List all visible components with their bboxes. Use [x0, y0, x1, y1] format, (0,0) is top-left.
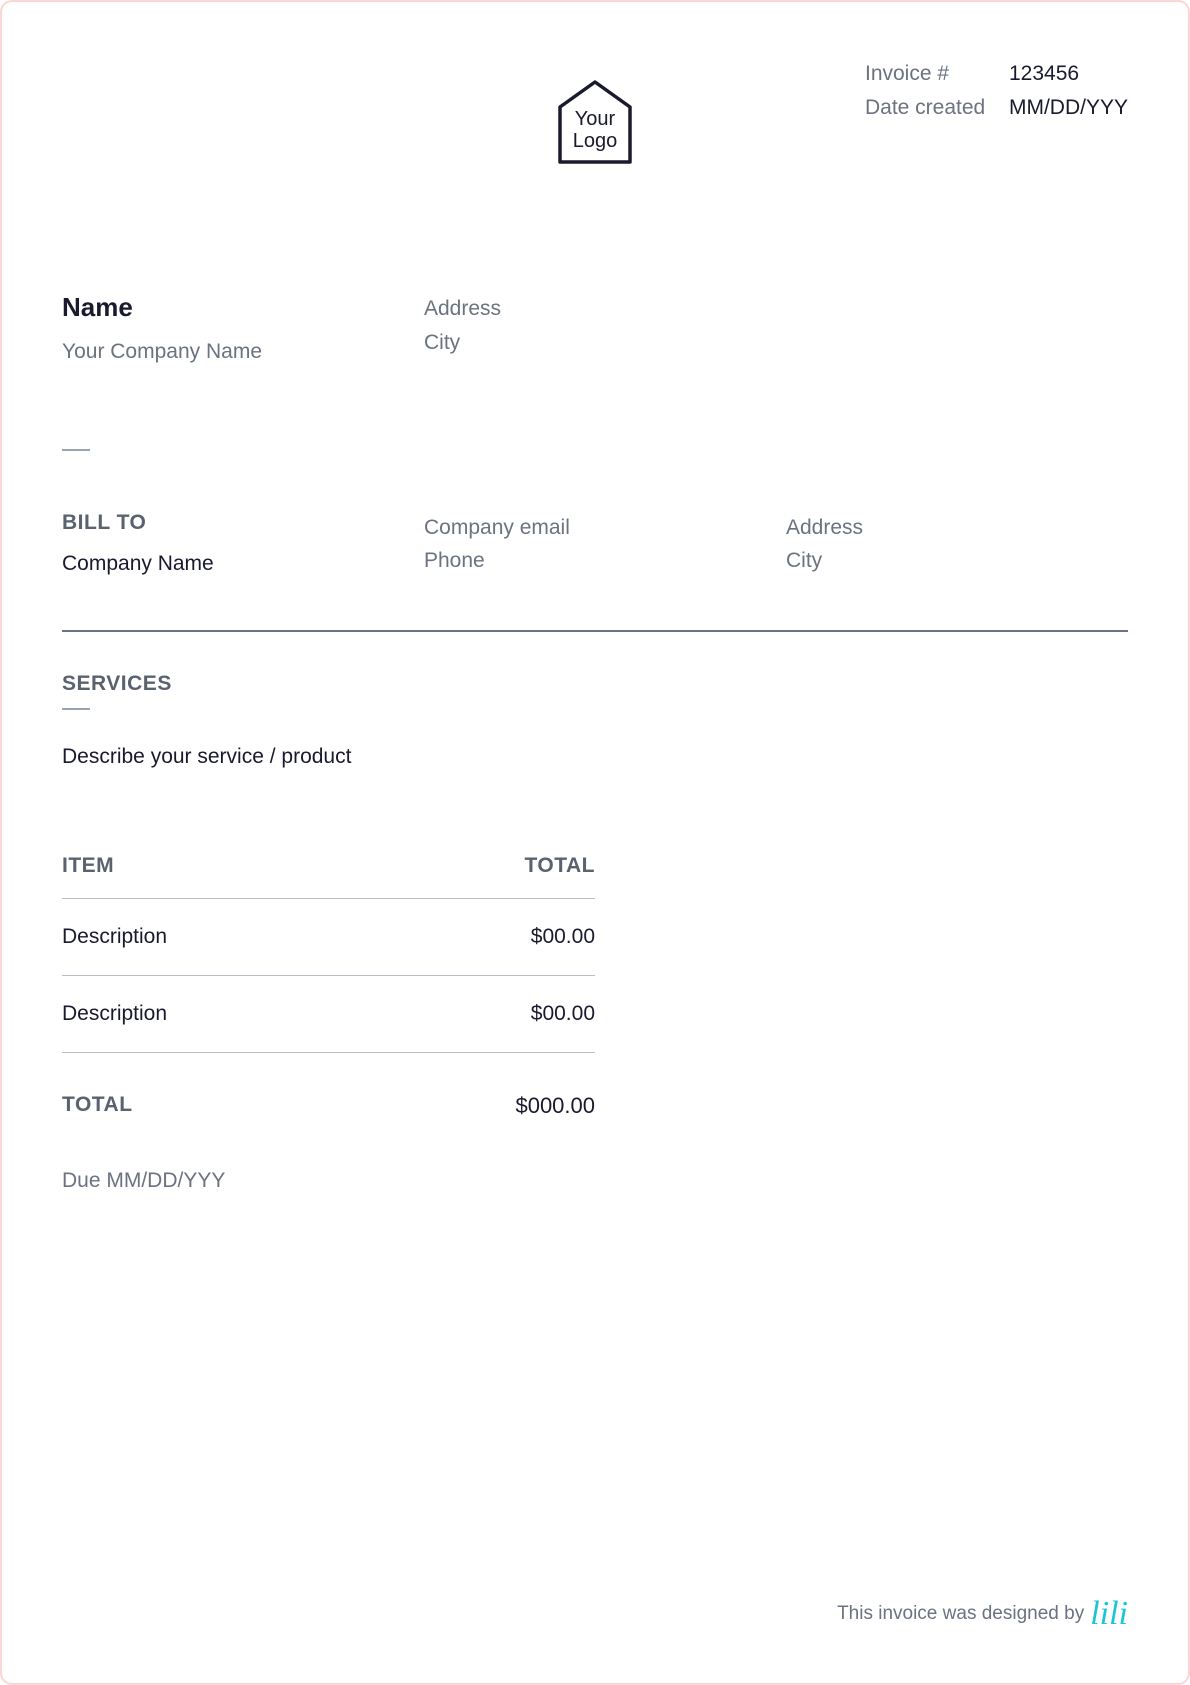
date-created-value: MM/DD/YYY: [1009, 96, 1128, 120]
bill-to-section: BILL TO Company Name Company email Phone…: [62, 511, 1128, 633]
house-icon: Your Logo: [545, 72, 645, 172]
footer-text: This invoice was designed by: [837, 1603, 1084, 1625]
svg-text:Logo: Logo: [573, 130, 618, 152]
services-dash: [62, 708, 90, 710]
grand-total-label: TOTAL: [62, 1093, 133, 1119]
items-table: ITEM TOTAL Description $00.00 Descriptio…: [62, 854, 595, 1119]
total-column-heading: TOTAL: [524, 854, 595, 878]
from-section: Name Your Company Name Address City: [62, 292, 1128, 369]
invoice-number-value: 123456: [1009, 62, 1079, 86]
item-description: Description: [62, 1002, 167, 1026]
logo-placeholder: Your Logo: [545, 72, 645, 172]
footer: This invoice was designed by lili: [837, 1595, 1128, 1633]
bill-to-heading: BILL TO: [62, 511, 404, 535]
date-created-label: Date created: [865, 96, 995, 120]
item-column-heading: ITEM: [62, 854, 114, 878]
bill-to-phone-label: Phone: [424, 544, 766, 578]
sender-name-label: Name: [62, 292, 404, 323]
item-row: Description $00.00: [62, 976, 595, 1053]
due-date: Due MM/DD/YYY: [62, 1169, 1128, 1193]
svg-text:Your: Your: [575, 108, 616, 130]
bill-to-city-label: City: [786, 544, 1128, 578]
services-section: SERVICES Describe your service / product: [62, 672, 1128, 774]
divider-dash: [62, 449, 90, 451]
item-total: $00.00: [531, 1002, 595, 1026]
item-description: Description: [62, 925, 167, 949]
lili-brand-logo: lili: [1090, 1595, 1128, 1633]
sender-company-name: Your Company Name: [62, 335, 404, 369]
item-row: Description $00.00: [62, 899, 595, 976]
bill-to-address-label: Address: [786, 511, 1128, 545]
services-description: Describe your service / product: [62, 740, 1128, 774]
services-heading: SERVICES: [62, 672, 1128, 696]
sender-city-label: City: [424, 326, 766, 360]
grand-total-amount: $000.00: [515, 1093, 595, 1119]
item-total: $00.00: [531, 925, 595, 949]
invoice-header: Your Logo Invoice # 123456 Date created …: [62, 62, 1128, 222]
sender-address-label: Address: [424, 292, 766, 326]
invoice-number-label: Invoice #: [865, 62, 995, 86]
bill-to-email-label: Company email: [424, 511, 766, 545]
invoice-meta: Invoice # 123456 Date created MM/DD/YYY: [865, 62, 1128, 130]
bill-to-company-name: Company Name: [62, 547, 404, 581]
